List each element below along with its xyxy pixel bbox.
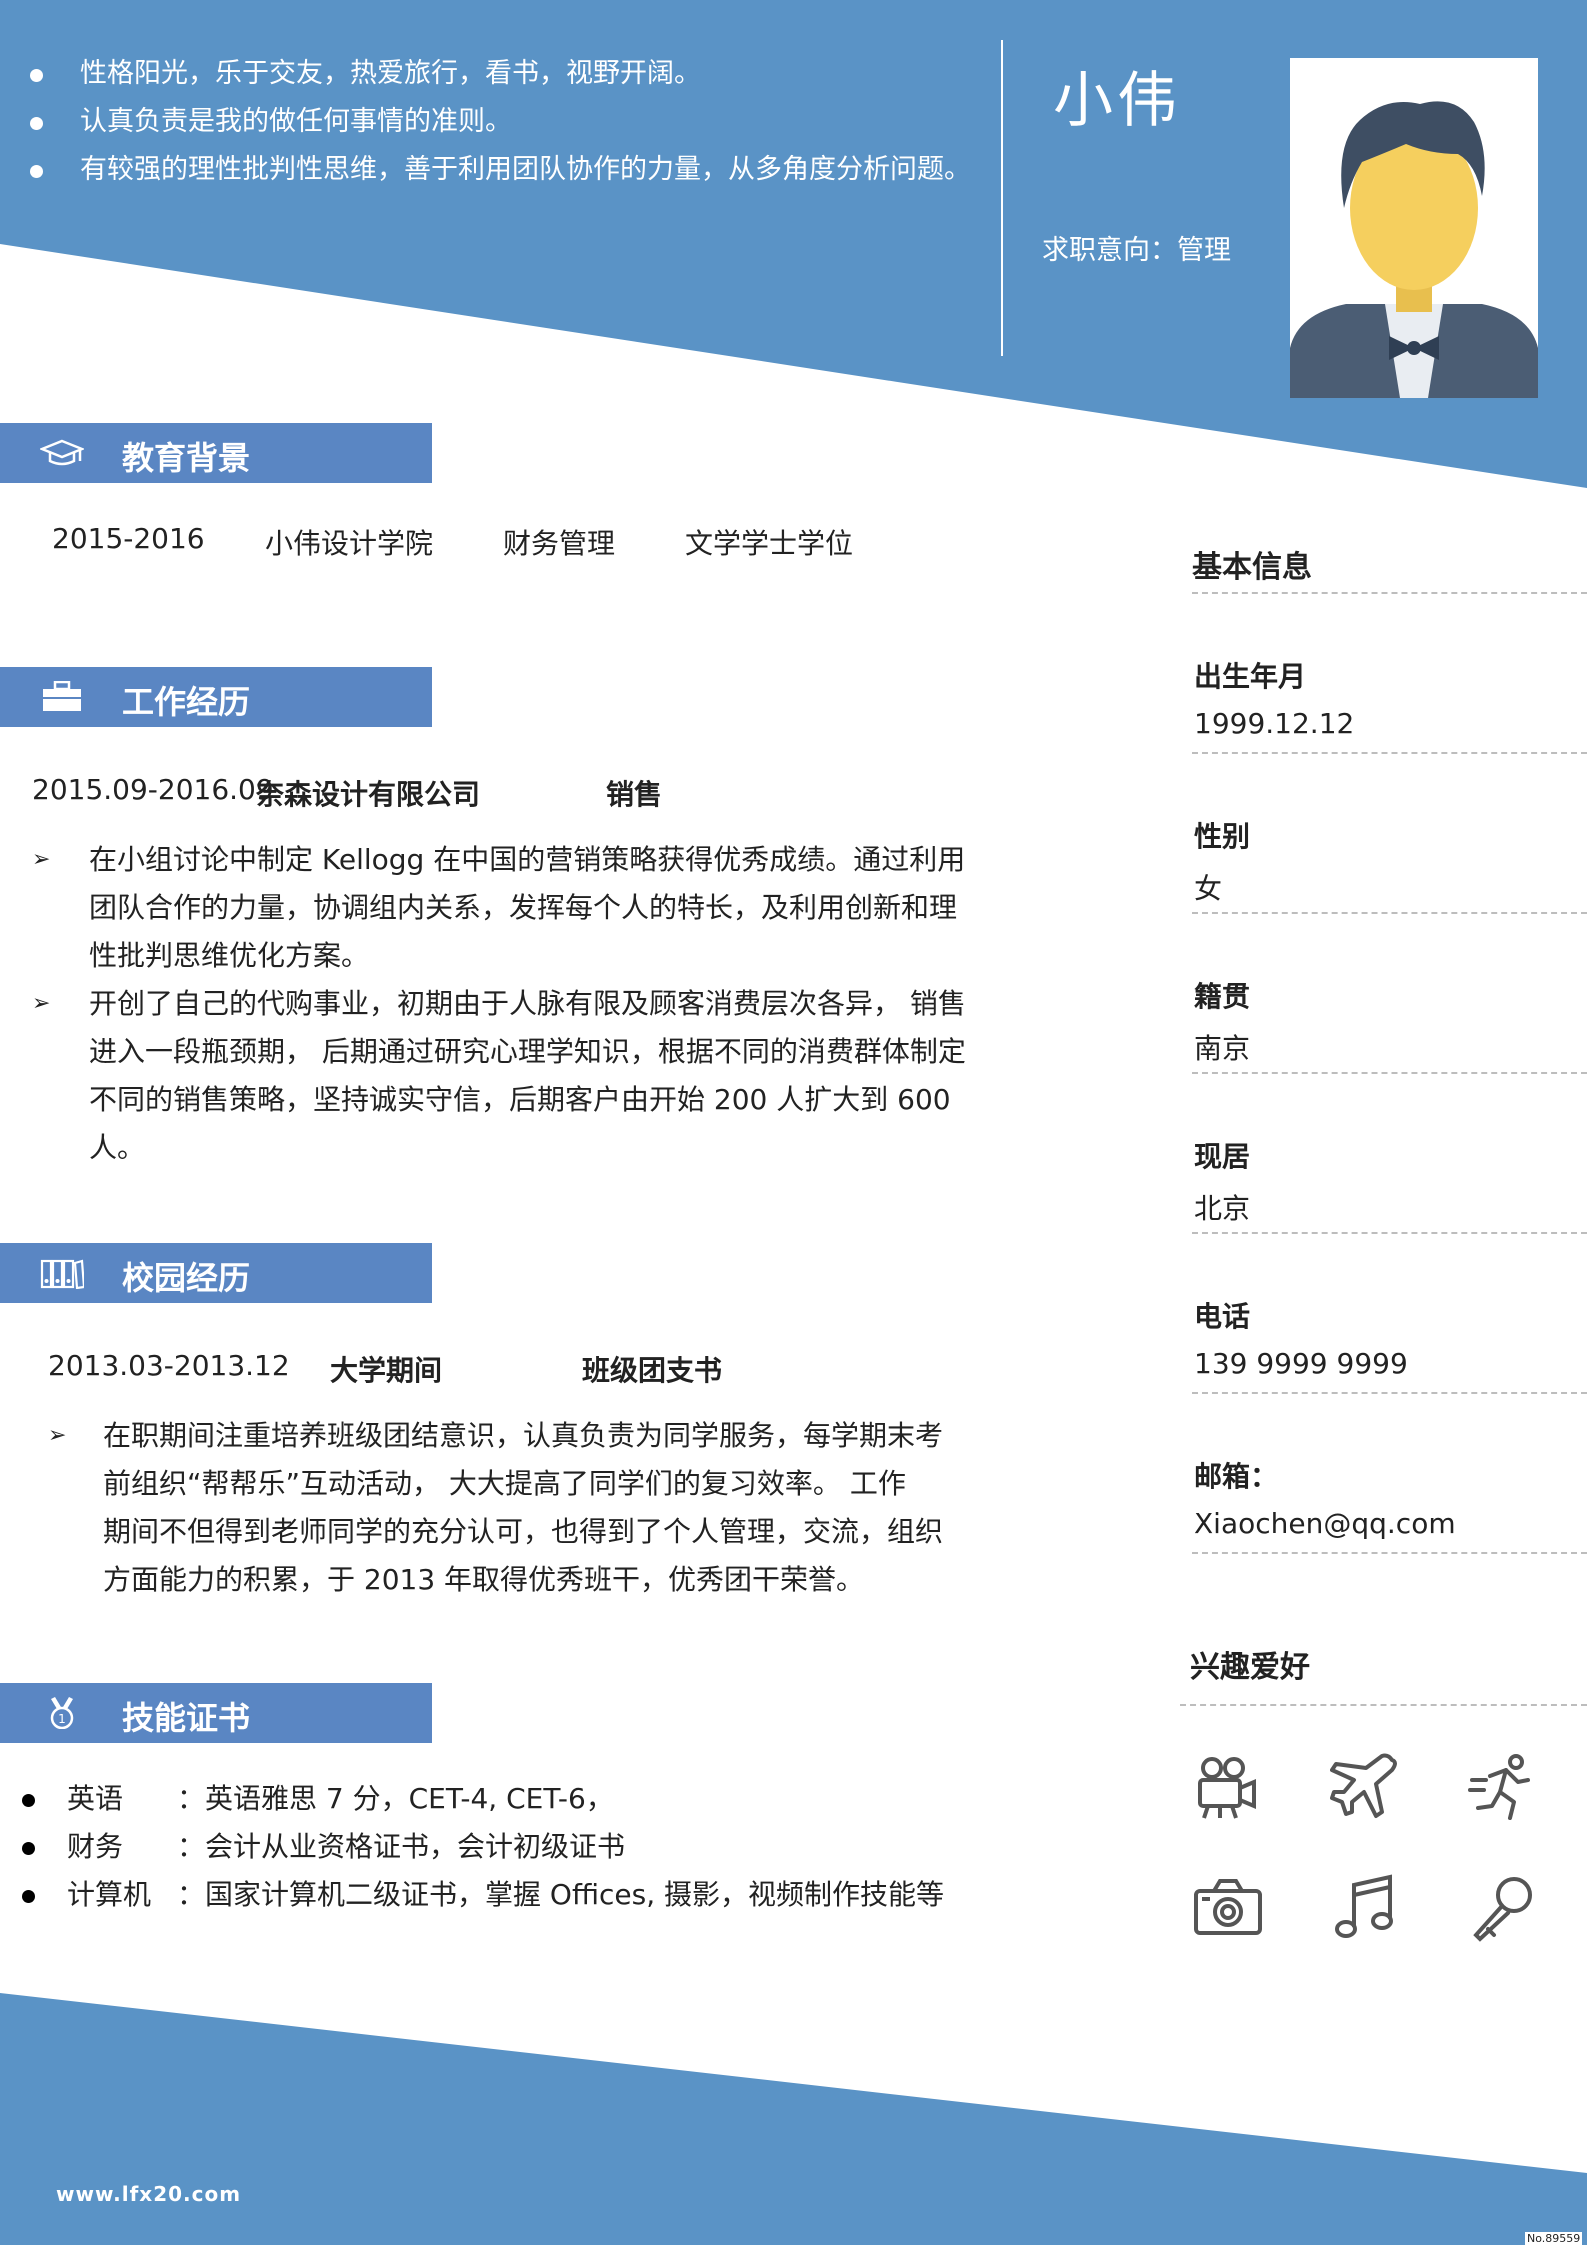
divider xyxy=(1180,1704,1587,1706)
intro-item: 性格阳光，乐于交友，热爱旅行，看书，视野开阔。 xyxy=(30,50,990,98)
bullet-line: 团队合作的力量，协调组内关系，发挥每个人的特长，及利用创新和理 xyxy=(89,891,958,924)
bullet-line: 进入一段瓶颈期， 后期通过研究心理学知识，根据不同的消费群体制定 xyxy=(89,1035,966,1068)
basic-info-title: 基本信息 xyxy=(1192,550,1312,585)
email-value: Xiaochen@qq.com xyxy=(1194,1507,1456,1540)
movie-camera-icon xyxy=(1198,1757,1256,1819)
bullet-line: 在职期间注重培养班级团结意识，认真负责为同学服务，每学期末考 xyxy=(103,1419,944,1452)
birth-label: 出生年月 xyxy=(1194,660,1307,693)
intro-list: 性格阳光，乐于交友，热爱旅行，看书，视野开阔。 认真负责是我的做任何事情的准则。… xyxy=(30,50,990,194)
skill-label: 计算机 xyxy=(67,1878,152,1911)
phone-value: 139 9999 9999 xyxy=(1194,1347,1408,1380)
education-degree: 文学学士学位 xyxy=(685,527,854,560)
hometown-value: 南京 xyxy=(1194,1032,1251,1065)
section-title: 技能证书 xyxy=(122,1699,251,1737)
gender-value: 女 xyxy=(1194,872,1223,905)
section-education-header: 教育背景 xyxy=(0,423,432,483)
skill-label: 英语 xyxy=(67,1782,124,1815)
candidate-name: 小伟 xyxy=(1053,66,1181,136)
skill-text: ：英语雅思 7 分，CET-4, CET-6， xyxy=(177,1782,614,1815)
bullet-line: 开创了自己的代购事业，初期由于人脉有限及顾客消费层次各异， 销售 xyxy=(89,987,966,1020)
campus-period: 2013.03-2013.12 xyxy=(48,1349,290,1382)
education-major: 财务管理 xyxy=(503,527,616,560)
birth-value: 1999.12.12 xyxy=(1194,707,1355,740)
section-title: 校园经历 xyxy=(122,1259,251,1297)
briefcase-icon xyxy=(43,681,81,711)
skill-text: ：国家计算机二级证书，掌握 Offices, 摄影，视频制作技能等 xyxy=(177,1878,945,1911)
bullet-line: 在小组讨论中制定 Kellogg 在中国的营销策略获得优秀成绩。通过利用 xyxy=(89,843,966,876)
section-skills-header: 1 技能证书 xyxy=(0,1683,432,1743)
residence-value: 北京 xyxy=(1194,1192,1251,1225)
section-work-header: 工作经历 xyxy=(0,667,432,727)
list-item: ➢ 在职期间注重培养班级团结意识，认真负责为同学服务，每学期末考 前组织“帮帮乐… xyxy=(48,1412,1008,1604)
gender-label: 性别 xyxy=(1194,820,1251,853)
bullet-line: 方面能力的积累，于 2013 年取得优秀班干，优秀团干荣誉。 xyxy=(103,1563,865,1596)
section-campus-header: 校园经历 xyxy=(0,1243,432,1303)
music-note-icon xyxy=(1335,1874,1393,1938)
books-icon xyxy=(40,1259,84,1289)
work-bullets: ➢ 在小组讨论中制定 Kellogg 在中国的营销策略获得优秀成绩。通过利用 团… xyxy=(32,836,992,1172)
skills-list: 英语 ：英语雅思 7 分，CET-4, CET-6， 财务 ：会计从业资格证书，会计… xyxy=(22,1775,944,1919)
list-item: 财务 ：会计从业资格证书，会计初级证书 xyxy=(22,1823,944,1871)
hometown-label: 籍贯 xyxy=(1194,980,1251,1013)
section-title: 工作经历 xyxy=(122,683,251,721)
divider xyxy=(1192,752,1587,754)
arrow-bullet-icon: ➢ xyxy=(48,1423,67,1448)
email-label: 邮箱： xyxy=(1194,1460,1279,1493)
education-school: 小伟设计学院 xyxy=(265,527,434,560)
divider xyxy=(1192,1392,1587,1394)
campus-bullets: ➢ 在职期间注重培养班级团结意识，认真负责为同学服务，每学期末考 前组织“帮帮乐… xyxy=(48,1412,1008,1604)
divider xyxy=(1192,1552,1587,1554)
campus-role: 班级团支书 xyxy=(582,1354,723,1387)
intro-item: 认真负责是我的做任何事情的准则。 xyxy=(30,98,990,146)
list-item: 计算机 ：国家计算机二级证书，掌握 Offices, 摄影，视频制作技能等 xyxy=(22,1871,944,1919)
section-title: 教育背景 xyxy=(122,439,251,477)
microphone-icon xyxy=(1473,1877,1532,1942)
skill-label: 财务 xyxy=(67,1830,124,1863)
medal-icon: 1 xyxy=(50,1697,74,1729)
divider xyxy=(1192,912,1587,914)
campus-org: 大学期间 xyxy=(330,1354,443,1387)
divider xyxy=(1192,1072,1587,1074)
arrow-bullet-icon: ➢ xyxy=(32,991,51,1016)
intro-item: 有较强的理性批判性思维，善于利用团队协作的力量，从多角度分析问题。 xyxy=(30,146,990,194)
bullet-line: 期间不但得到老师同学的充分认可，也得到了个人管理，交流，组织 xyxy=(103,1515,944,1548)
running-icon xyxy=(1468,1754,1530,1820)
header-divider xyxy=(1001,40,1003,356)
bullet-line: 前组织“帮帮乐”互动活动， 大大提高了同学们的复习效率。 工作 xyxy=(103,1467,906,1500)
divider xyxy=(1192,592,1587,594)
airplane-icon xyxy=(1330,1753,1397,1818)
camera-icon xyxy=(1194,1879,1262,1935)
footer-url[interactable]: www.lfx20.com xyxy=(56,2182,241,2206)
list-item: 英语 ：英语雅思 7 分，CET-4, CET-6， xyxy=(22,1775,944,1823)
list-item: ➢ 开创了自己的代购事业，初期由于人脉有限及顾客消费层次各异， 销售 进入一段瓶… xyxy=(32,980,992,1172)
document-number: No.89559 xyxy=(1525,2232,1583,2245)
work-company: 奈森设计有限公司 xyxy=(256,778,481,811)
residence-label: 现居 xyxy=(1194,1140,1251,1173)
work-role: 销售 xyxy=(606,778,663,811)
divider xyxy=(1192,1232,1587,1234)
work-period: 2015.09-2016.09 xyxy=(32,773,274,806)
list-item: ➢ 在小组讨论中制定 Kellogg 在中国的营销策略获得优秀成绩。通过利用 团… xyxy=(32,836,992,980)
graduation-cap-icon xyxy=(40,439,84,466)
bullet-line: 不同的销售策略，坚持诚实守信，后期客户由开始 200 人扩大到 600 人。 xyxy=(89,1083,951,1164)
job-intent: 求职意向：管理 xyxy=(1042,235,1231,266)
phone-label: 电话 xyxy=(1194,1300,1251,1333)
svg-text:1: 1 xyxy=(58,1712,66,1726)
avatar xyxy=(1290,58,1538,398)
bullet-line: 性批判思维优化方案。 xyxy=(89,939,370,972)
hobbies-title: 兴趣爱好 xyxy=(1190,1650,1310,1685)
education-period: 2015-2016 xyxy=(52,522,205,555)
arrow-bullet-icon: ➢ xyxy=(32,847,51,872)
skill-text: ：会计从业资格证书，会计初级证书 xyxy=(177,1830,626,1863)
